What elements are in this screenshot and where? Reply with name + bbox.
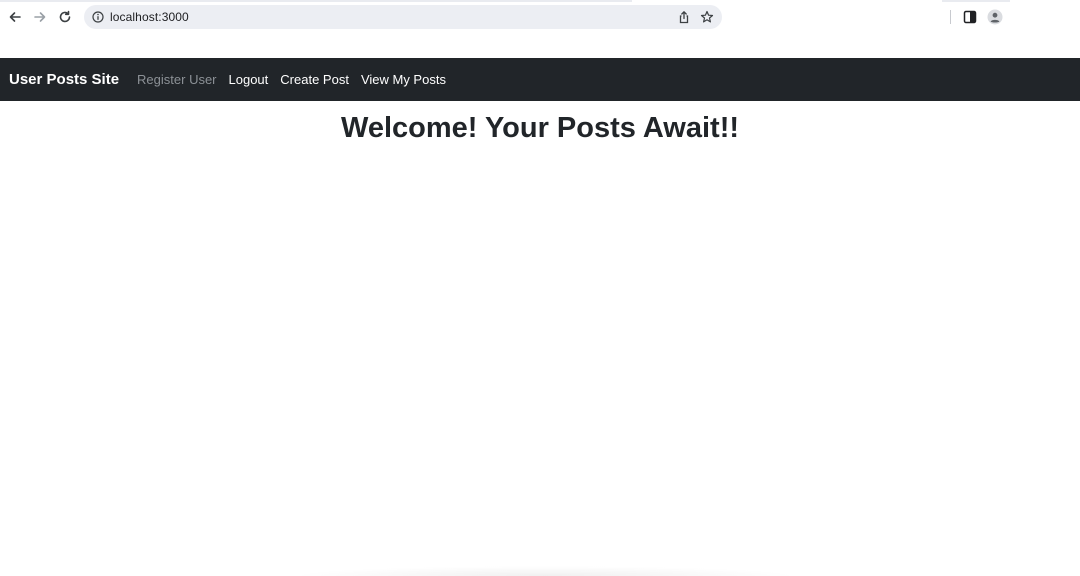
brand-link[interactable]: User Posts Site: [9, 71, 119, 88]
info-icon[interactable]: [92, 11, 104, 23]
profile-icon[interactable]: [987, 9, 1003, 25]
browser-toolbar: localhost:3000: [0, 0, 1080, 58]
side-panel-icon[interactable]: [963, 10, 977, 24]
arrow-left-icon: [9, 12, 21, 22]
nav-link-create-post[interactable]: Create Post: [280, 72, 349, 87]
back-button[interactable]: [5, 7, 25, 27]
page-title: Welcome! Your Posts Await!!: [340, 112, 740, 144]
star-icon[interactable]: [700, 10, 714, 24]
nav-link-view-my-posts[interactable]: View My Posts: [361, 72, 446, 87]
reload-icon: [59, 10, 71, 23]
site-navbar: User Posts Site Register User Logout Cre…: [0, 58, 1080, 101]
bottom-shadow: [290, 566, 800, 576]
address-bar[interactable]: localhost:3000: [84, 5, 722, 29]
url-text[interactable]: localhost:3000: [110, 10, 189, 24]
tab-strip-edge-right: [942, 0, 1010, 2]
arrow-right-icon: [34, 12, 46, 22]
tab-strip-edge: [0, 0, 632, 2]
reload-button[interactable]: [55, 7, 75, 27]
share-icon[interactable]: [677, 10, 691, 24]
nav-link-logout[interactable]: Logout: [229, 72, 269, 87]
toolbar-separator: [950, 10, 951, 24]
forward-button[interactable]: [30, 7, 50, 27]
nav-link-register-user[interactable]: Register User: [137, 72, 216, 87]
